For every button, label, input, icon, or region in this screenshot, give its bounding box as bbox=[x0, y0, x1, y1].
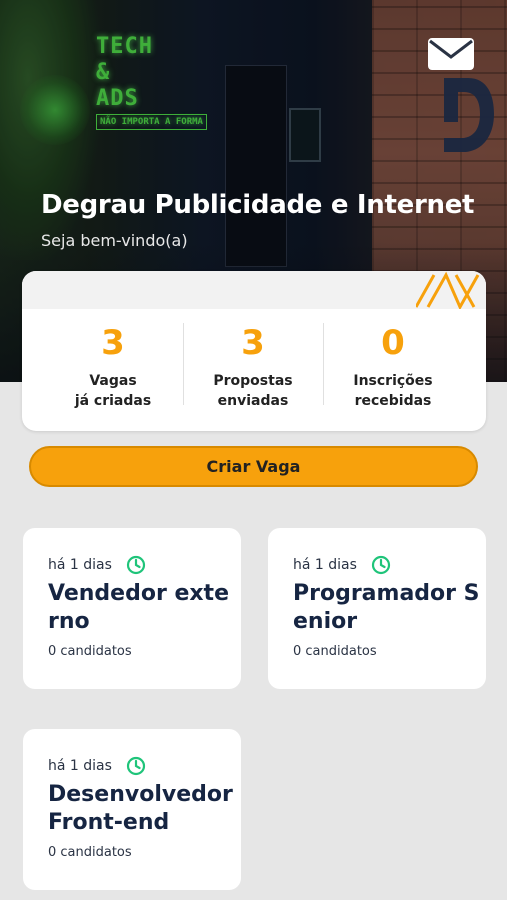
job-candidates: 0 candidatos bbox=[48, 644, 132, 659]
brand-stripe-icon bbox=[416, 271, 480, 309]
stat-label: Vagas já criadas bbox=[74, 373, 152, 409]
neon-sign: TECH & ADS NÃO IMPORTA A FORMA bbox=[96, 34, 207, 130]
stats-card: 3 Vagas já criadas 3 Propostas enviadas … bbox=[22, 271, 486, 431]
job-candidates: 0 candidatos bbox=[48, 845, 132, 860]
job-card-vendedor[interactable]: há 1 dias Vendedor externo 0 candidatos bbox=[23, 528, 241, 689]
company-name: Degrau Publicidade e Internet bbox=[41, 190, 475, 220]
job-age: há 1 dias bbox=[48, 557, 112, 573]
company-logo-icon bbox=[444, 78, 494, 152]
job-title: Desenvolvedor Front-end bbox=[48, 782, 233, 835]
clock-icon bbox=[126, 756, 146, 776]
stat-proposals-sent: 3 Propostas enviadas bbox=[183, 309, 323, 431]
stat-value: 0 bbox=[381, 323, 405, 363]
clock-icon bbox=[126, 555, 146, 575]
stat-value: 3 bbox=[101, 323, 125, 363]
job-title: Vendedor externo bbox=[48, 581, 229, 634]
stat-label: Inscrições recebidas bbox=[353, 373, 433, 409]
stat-label: Propostas enviadas bbox=[213, 373, 293, 409]
mail-icon[interactable] bbox=[428, 38, 474, 70]
job-title: Programador Senior bbox=[293, 581, 480, 634]
stat-value: 3 bbox=[241, 323, 265, 363]
job-candidates: 0 candidatos bbox=[293, 644, 377, 659]
job-age: há 1 dias bbox=[293, 557, 357, 573]
stat-jobs-created: 3 Vagas já criadas bbox=[43, 309, 183, 431]
job-age: há 1 dias bbox=[48, 758, 112, 774]
welcome-text: Seja bem-vindo(a) bbox=[41, 231, 188, 250]
create-job-button[interactable]: Criar Vaga bbox=[29, 446, 478, 487]
job-card-desenvolvedor[interactable]: há 1 dias Desenvolvedor Front-end 0 cand… bbox=[23, 729, 241, 890]
stat-applications-received: 0 Inscrições recebidas bbox=[323, 309, 463, 431]
clock-icon bbox=[371, 555, 391, 575]
job-card-programador[interactable]: há 1 dias Programador Senior 0 candidato… bbox=[268, 528, 486, 689]
